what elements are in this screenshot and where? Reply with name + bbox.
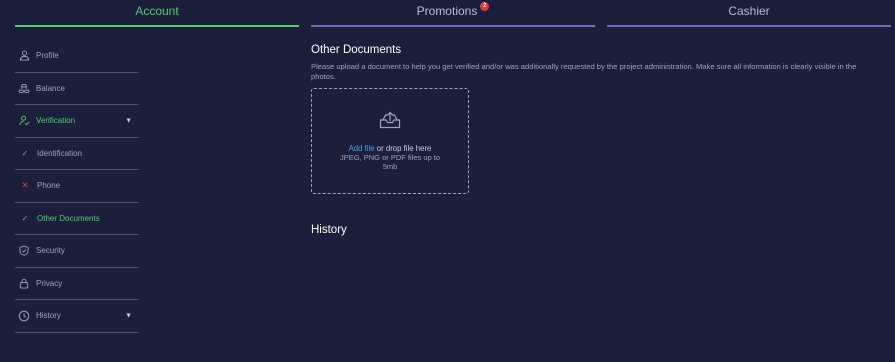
chevron-down-icon[interactable]: ▼ — [125, 312, 132, 319]
sidebar-item-profile[interactable]: Profile — [15, 40, 139, 73]
sidebar-item-verification[interactable]: Verification ▼ — [15, 105, 139, 138]
sidebar-item-privacy[interactable]: Privacy — [15, 268, 139, 300]
tab-cashier[interactable]: Cashier — [607, 0, 891, 28]
file-dropzone[interactable]: Add file or drop file here JPEG, PNG or … — [311, 88, 469, 194]
tab-cashier-underline — [607, 25, 891, 27]
sidebar-item-identification[interactable]: ✓ Identification — [15, 138, 139, 170]
sidebar-item-label: Phone — [37, 181, 61, 191]
file-type-hint: JPEG, PNG or PDF files up to 5mb — [339, 153, 441, 171]
add-file-link[interactable]: Add file — [349, 144, 375, 153]
sidebar-item-label: Profile — [36, 51, 59, 61]
top-tabs: Account Promotions 2 Cashier — [15, 0, 891, 28]
tab-promotions-underline — [311, 25, 595, 27]
tab-account-underline — [15, 25, 299, 27]
sidebar-item-label: Balance — [36, 83, 65, 93]
sidebar-item-phone[interactable]: ✕ Phone — [15, 170, 139, 203]
tab-promotions[interactable]: Promotions 2 — [311, 0, 595, 28]
tab-cashier-label: Cashier — [728, 4, 770, 18]
history-icon — [17, 309, 31, 323]
account-sidebar: Profile Balance Verification ▼ ✓ Identif… — [15, 40, 139, 333]
coins-icon — [17, 81, 31, 95]
verification-icon — [17, 114, 31, 128]
sidebar-item-security[interactable]: Security — [15, 235, 139, 268]
lock-icon — [17, 276, 31, 290]
promotions-badge: 2 — [480, 2, 490, 11]
sidebar-item-label: Verification — [36, 116, 76, 126]
sidebar-item-label: Privacy — [36, 278, 63, 288]
tab-account-label: Account — [135, 4, 179, 18]
history-title: History — [311, 224, 347, 236]
upload-description: Please upload a document to help you get… — [311, 62, 857, 81]
sidebar-item-label: Other Documents — [37, 213, 100, 223]
sidebar-item-label: Security — [36, 246, 65, 256]
check-icon: ✓ — [21, 213, 29, 223]
sidebar-item-label: History — [36, 311, 61, 321]
user-icon — [17, 49, 31, 63]
tab-promotions-label: Promotions — [416, 4, 478, 18]
sidebar-item-label: Identification — [37, 148, 82, 158]
sidebar-item-balance[interactable]: Balance — [15, 73, 139, 105]
check-icon: ✓ — [21, 148, 29, 158]
sidebar-item-other-documents[interactable]: ✓ Other Documents — [15, 203, 139, 235]
main-content: Other Documents Please upload a document… — [311, 44, 881, 194]
page-title: Other Documents — [311, 44, 402, 56]
shield-icon — [17, 244, 31, 258]
chevron-down-icon[interactable]: ▼ — [125, 117, 132, 124]
sidebar-item-history[interactable]: History ▼ — [15, 300, 139, 333]
drop-file-text: or drop file here — [374, 144, 432, 153]
tab-account[interactable]: Account — [15, 0, 299, 28]
dropzone-prompt: Add file or drop file here — [349, 144, 432, 153]
cross-icon: ✕ — [21, 180, 29, 191]
inbox-upload-icon — [379, 111, 401, 134]
